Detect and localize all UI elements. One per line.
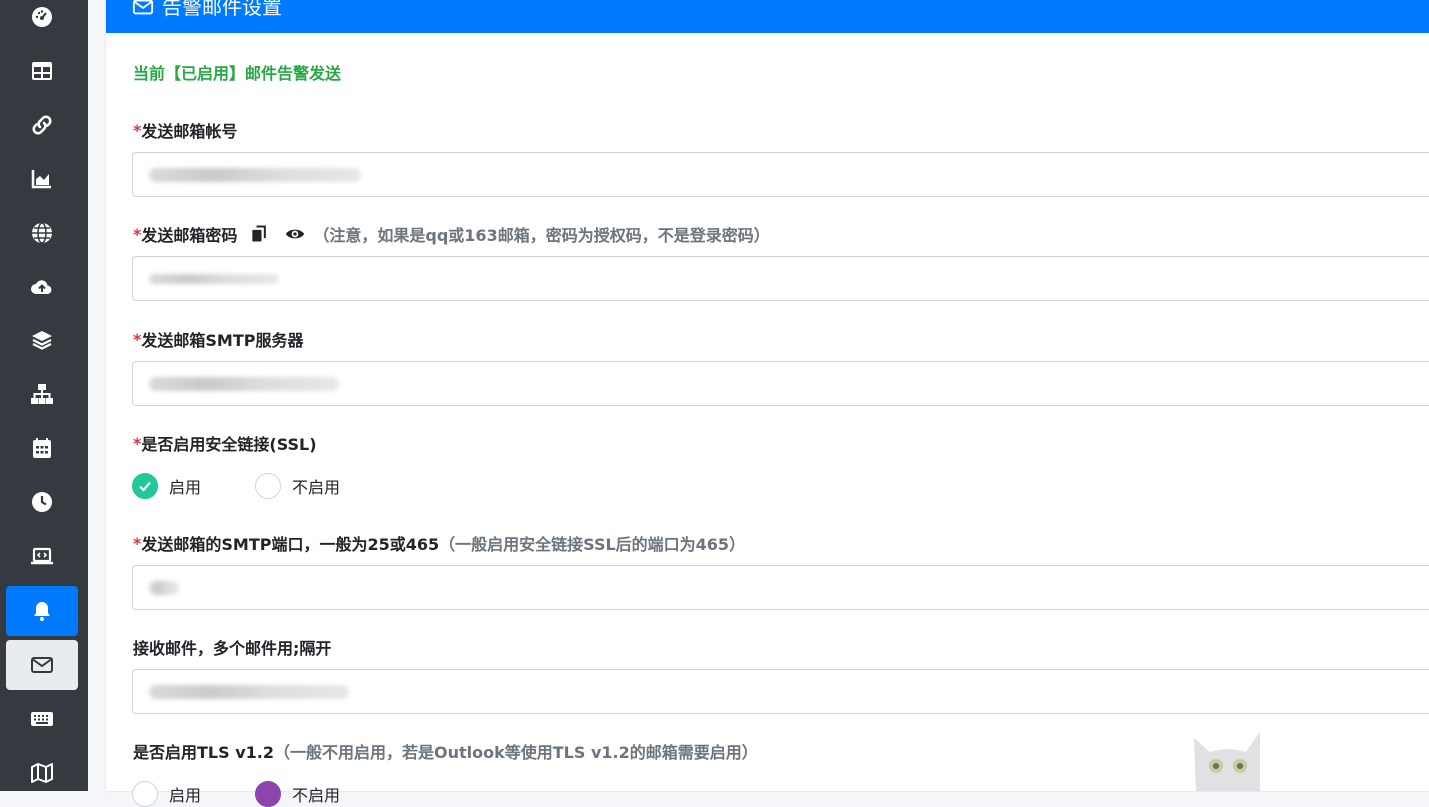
smtp-port-label: * 发送邮箱的SMTP端口，一般为25或465 （一般启用安全链接SSL后的端口… xyxy=(133,533,746,555)
card-header: 告警邮件设置 xyxy=(106,0,1429,33)
ssl-enable-radio[interactable] xyxy=(132,473,158,499)
sidebar-item-laptop[interactable] xyxy=(6,531,78,581)
chart-area-icon xyxy=(31,170,51,189)
redacted-value xyxy=(149,376,339,391)
content-gutter xyxy=(88,0,106,791)
sidebar-item-upload[interactable] xyxy=(6,262,78,312)
sidebar-item-layers[interactable] xyxy=(6,315,78,365)
sender-password-field[interactable] xyxy=(132,256,1429,301)
envelope-icon xyxy=(132,0,154,15)
sidebar-item-dashboard[interactable] xyxy=(6,0,78,42)
network-icon xyxy=(31,384,53,404)
sidebar-item-link[interactable] xyxy=(6,100,78,150)
tls-label: 是否启用TLS v1.2 （一般不用启用，若是Outlook等使用TLS v1.… xyxy=(133,743,758,762)
tls-enable-label[interactable]: 启用 xyxy=(169,782,201,806)
cat-watermark-icon xyxy=(1194,732,1260,791)
card-title-text: 告警邮件设置 xyxy=(162,0,282,19)
sidebar-item-keyboard[interactable] xyxy=(6,694,78,744)
sidebar-item-clock[interactable] xyxy=(6,477,78,527)
cloud-upload-icon xyxy=(31,280,52,294)
bell-icon xyxy=(34,602,50,621)
recipients-field[interactable] xyxy=(132,669,1429,714)
clock-icon xyxy=(32,492,52,512)
redacted-value xyxy=(149,684,349,699)
keyboard-icon xyxy=(31,712,53,726)
recipients-label: 接收邮件，多个邮件用;隔开 xyxy=(133,639,332,658)
tls-enable-radio[interactable] xyxy=(132,781,158,807)
status-text: 当前【已启用】邮件告警发送 xyxy=(133,64,342,83)
sidebar-item-network[interactable] xyxy=(6,369,78,419)
ssl-label: * 是否启用安全链接(SSL) xyxy=(133,433,317,455)
redacted-value xyxy=(149,167,361,182)
redacted-value xyxy=(149,580,179,595)
smtp-server-field[interactable] xyxy=(132,361,1429,406)
alert-email-settings-card: 告警邮件设置 当前【已启用】邮件告警发送 * 发送邮箱帐号 * 发送邮箱密码 （… xyxy=(106,0,1429,807)
sidebar-item-calendar[interactable] xyxy=(6,423,78,473)
sender-account-field[interactable] xyxy=(132,152,1429,197)
sidebar-item-table[interactable] xyxy=(6,46,78,96)
smtp-server-label: * 发送邮箱SMTP服务器 xyxy=(133,329,304,351)
copy-button[interactable] xyxy=(249,224,269,244)
sender-password-label: * 发送邮箱密码 （注意，如果是qq或163邮箱，密码为授权码，不是登录密码） xyxy=(133,224,770,246)
ssl-disable-radio[interactable] xyxy=(255,473,282,499)
redacted-value xyxy=(149,273,279,284)
ssl-disable-label[interactable]: 不启用 xyxy=(292,474,340,498)
tls-radio-group: 启用 不启用 xyxy=(132,781,394,807)
sidebar-item-email[interactable] xyxy=(6,640,78,690)
sidebar xyxy=(0,0,88,791)
eye-icon xyxy=(286,229,305,239)
tls-disable-label[interactable]: 不启用 xyxy=(292,782,340,806)
tls-disable-radio[interactable] xyxy=(255,781,282,807)
calendar-icon xyxy=(33,438,51,458)
dashboard-icon xyxy=(32,7,52,27)
link-icon xyxy=(32,115,52,135)
laptop-code-icon xyxy=(31,547,53,565)
globe-icon xyxy=(32,222,52,244)
ssl-radio-group: 启用 不启用 xyxy=(132,473,394,499)
sender-account-label: * 发送邮箱帐号 xyxy=(133,120,238,142)
table-icon xyxy=(32,62,52,80)
sidebar-item-globe[interactable] xyxy=(6,208,78,258)
smtp-port-field[interactable] xyxy=(132,565,1429,610)
layers-icon xyxy=(32,331,52,350)
sidebar-item-alerts[interactable] xyxy=(6,586,78,636)
check-icon xyxy=(139,481,151,492)
card-title: 告警邮件设置 xyxy=(132,0,282,22)
map-icon xyxy=(31,763,53,783)
copy-icon xyxy=(252,225,267,242)
ssl-enable-label[interactable]: 启用 xyxy=(169,474,201,498)
sidebar-item-chart[interactable] xyxy=(6,154,78,204)
show-password-button[interactable] xyxy=(285,224,305,244)
envelope-icon xyxy=(31,657,53,673)
